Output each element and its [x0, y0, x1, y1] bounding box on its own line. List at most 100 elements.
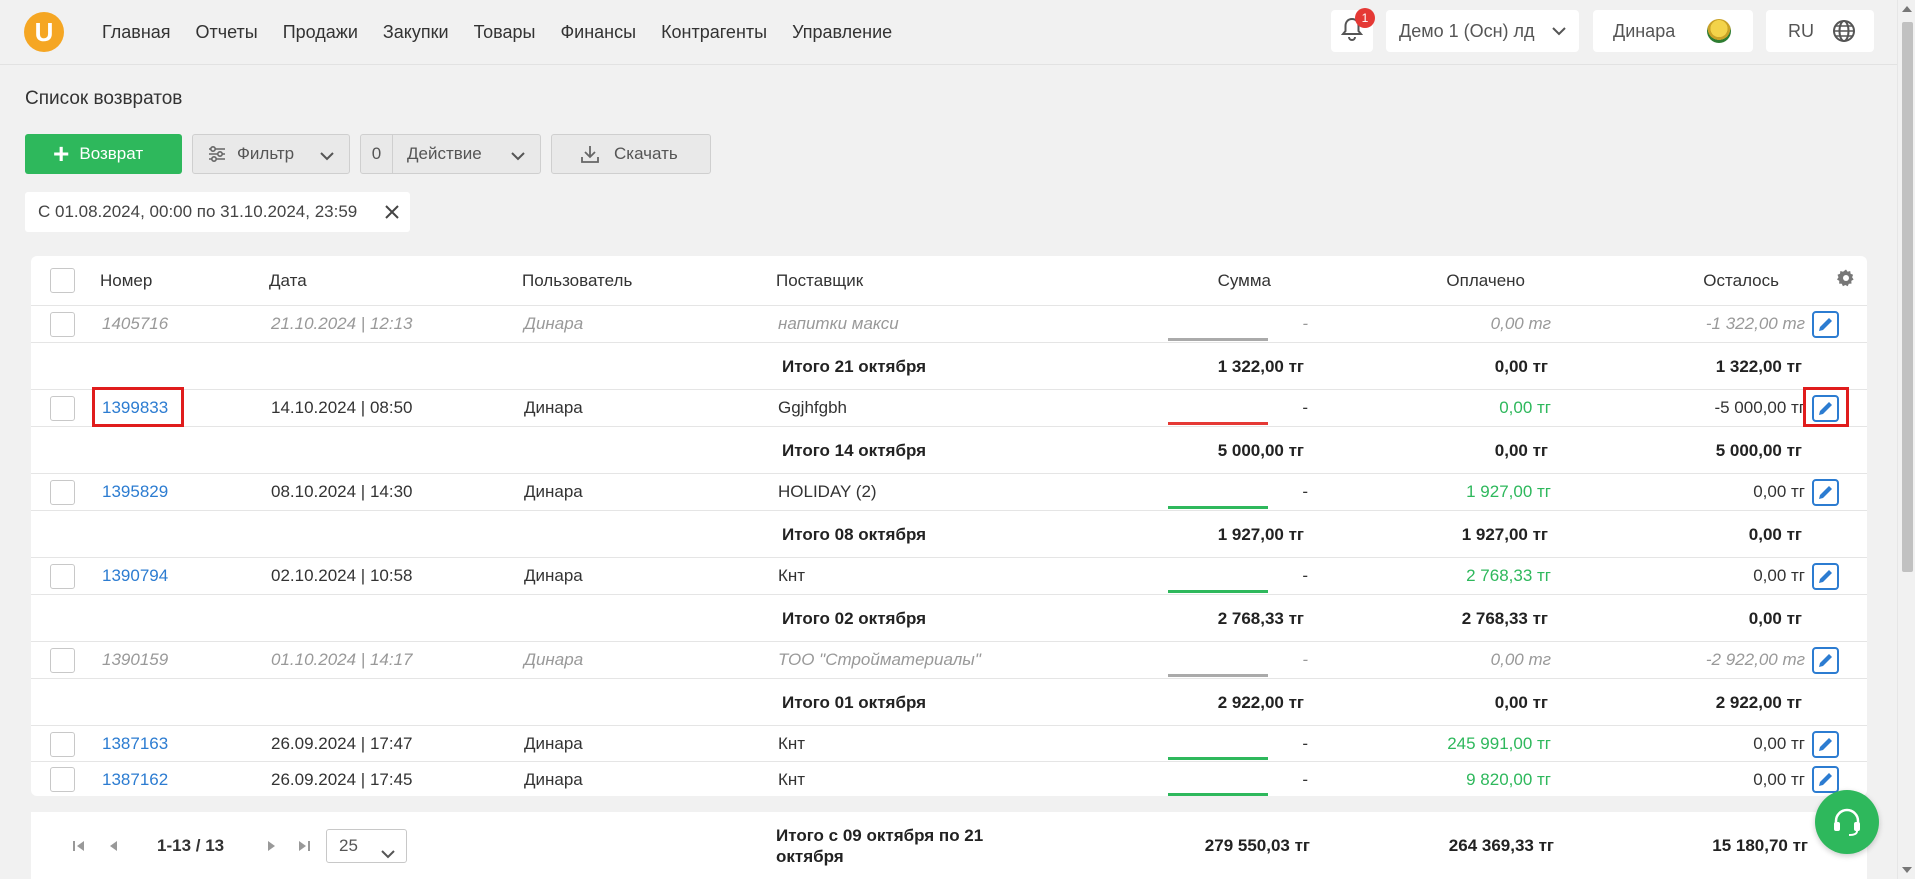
app-logo[interactable]: U	[24, 12, 64, 52]
row-remaining: 0,00 тг	[1753, 566, 1805, 585]
row-paid: 0,00 тг	[1490, 650, 1551, 669]
table-row[interactable]: 1387162 26.09.2024 | 17:45 Динара Кнт - …	[31, 762, 1867, 796]
group-total-label: Итого 08 октября	[782, 525, 927, 544]
row-supplier: Кнт	[778, 566, 806, 585]
row-user: Динара	[524, 314, 584, 333]
download-label: Скачать	[614, 144, 678, 163]
edit-button[interactable]	[1812, 479, 1839, 506]
edit-icon	[1819, 486, 1832, 499]
table-row[interactable]: 1395829 08.10.2024 | 14:30 Динара HOLIDA…	[31, 474, 1867, 511]
table-row[interactable]: 1390159 01.10.2024 | 14:17 Динара ТОО "С…	[31, 642, 1867, 679]
nav-item-products[interactable]: Товары	[474, 22, 536, 43]
page-size-select[interactable]: 25	[326, 829, 407, 863]
filter-button[interactable]: Фильтр	[192, 134, 350, 174]
status-bar	[1168, 338, 1268, 341]
page-scrollbar[interactable]	[1897, 0, 1915, 879]
group-total-sum: 1 322,00 тг	[1217, 357, 1304, 376]
gear-icon[interactable]	[1836, 268, 1856, 293]
row-checkbox[interactable]	[50, 564, 75, 589]
notifications-button[interactable]: 1	[1331, 8, 1375, 52]
header-user[interactable]: Пользователь	[522, 271, 632, 291]
row-remaining: -1 322,00 тг	[1705, 314, 1805, 333]
edit-button[interactable]	[1812, 563, 1839, 590]
scroll-up-arrow[interactable]	[1902, 6, 1912, 12]
header-supplier[interactable]: Поставщик	[776, 271, 863, 291]
row-remaining: 0,00 тг	[1753, 734, 1805, 753]
status-bar	[1168, 590, 1268, 593]
company-name: Демо 1 (Осн) лд	[1399, 20, 1535, 41]
row-number-link[interactable]: 1395829	[102, 482, 168, 502]
nav-item-home[interactable]: Главная	[102, 22, 171, 43]
group-total-label: Итого 21 октября	[782, 357, 927, 376]
row-sum: -	[1302, 770, 1308, 789]
table-row[interactable]: 1390794 02.10.2024 | 10:58 Динара Кнт - …	[31, 558, 1867, 595]
table-row[interactable]: 1399833 14.10.2024 | 08:50 Динара Ggjhfg…	[31, 390, 1867, 427]
nav-item-finance[interactable]: Финансы	[560, 22, 636, 43]
chevron-down-icon	[319, 148, 335, 169]
last-page-icon[interactable]	[296, 838, 312, 859]
scroll-thumb[interactable]	[1902, 22, 1913, 572]
row-remaining: -2 922,00 тг	[1705, 650, 1805, 669]
table-row[interactable]: 1405716 21.10.2024 | 12:13 Динара напитк…	[31, 306, 1867, 343]
row-date: 02.10.2024 | 10:58	[271, 566, 413, 585]
action-button[interactable]: 0 Действие	[360, 134, 541, 174]
nav-item-counterparties[interactable]: Контрагенты	[661, 22, 767, 43]
row-supplier: ТОО "Стройматериалы"	[778, 650, 981, 669]
nav-item-purchases[interactable]: Закупки	[383, 22, 449, 43]
page-size-value: 25	[339, 836, 358, 855]
group-total-paid: 2 768,33 тг	[1461, 609, 1548, 628]
language-label: RU	[1788, 20, 1814, 41]
group-total-sum: 1 927,00 тг	[1217, 525, 1304, 544]
row-number[interactable]: 1405716	[102, 314, 168, 334]
select-all-checkbox[interactable]	[50, 268, 75, 293]
edit-icon	[1819, 570, 1832, 583]
header-number[interactable]: Номер	[100, 271, 152, 291]
table-row[interactable]: 1387163 26.09.2024 | 17:47 Динара Кнт - …	[31, 726, 1867, 762]
edit-button[interactable]	[1812, 311, 1839, 338]
header-paid[interactable]: Оплачено	[1325, 271, 1525, 291]
row-checkbox[interactable]	[50, 312, 75, 337]
edit-button[interactable]	[1812, 647, 1839, 674]
row-paid: 1 927,00 тг	[1466, 482, 1551, 501]
nav-item-reports[interactable]: Отчеты	[196, 22, 258, 43]
edit-button[interactable]	[1812, 731, 1839, 758]
row-remaining: 0,00 тг	[1753, 770, 1805, 789]
scroll-down-arrow[interactable]	[1902, 867, 1912, 873]
row-checkbox[interactable]	[50, 767, 75, 792]
header-date[interactable]: Дата	[269, 271, 307, 291]
header-remaining[interactable]: Осталось	[1579, 271, 1779, 291]
period-total-sum: 279 550,03 тг	[1204, 836, 1310, 855]
prev-page-icon[interactable]	[106, 838, 122, 859]
row-number-link[interactable]: 1387162	[102, 770, 168, 790]
group-total-label: Итого 02 октября	[782, 609, 927, 628]
close-icon[interactable]	[384, 204, 400, 225]
next-page-icon[interactable]	[263, 838, 279, 859]
row-checkbox[interactable]	[50, 396, 75, 421]
row-number[interactable]: 1390159	[102, 650, 168, 670]
row-checkbox[interactable]	[50, 732, 75, 757]
language-selector[interactable]: RU	[1766, 10, 1874, 52]
nav-item-management[interactable]: Управление	[792, 22, 892, 43]
row-supplier: Кнт	[778, 770, 806, 789]
company-selector[interactable]: Демо 1 (Осн) лд	[1386, 10, 1579, 52]
row-checkbox[interactable]	[50, 648, 75, 673]
nav-item-sales[interactable]: Продажи	[283, 22, 358, 43]
edit-button[interactable]	[1812, 766, 1839, 793]
row-number-link[interactable]: 1387163	[102, 734, 168, 754]
row-sum: -	[1302, 566, 1308, 585]
group-total-paid: 0,00 тг	[1494, 441, 1548, 460]
row-user: Динара	[524, 734, 583, 753]
download-button[interactable]: Скачать	[551, 134, 711, 174]
table-header: Номер Дата Пользователь Поставщик Сумма …	[31, 256, 1867, 306]
add-return-button[interactable]: + Возврат	[25, 134, 182, 174]
edit-icon	[1819, 738, 1832, 751]
support-chat-button[interactable]	[1815, 790, 1879, 854]
user-menu[interactable]: Динара	[1593, 10, 1753, 52]
header-sum[interactable]: Сумма	[1071, 271, 1271, 291]
filter-label: Фильтр	[237, 144, 295, 163]
headset-icon	[1834, 808, 1860, 836]
row-number-link[interactable]: 1390794	[102, 566, 168, 586]
first-page-icon[interactable]	[71, 838, 87, 859]
row-checkbox[interactable]	[50, 480, 75, 505]
add-return-label: Возврат	[79, 144, 144, 163]
